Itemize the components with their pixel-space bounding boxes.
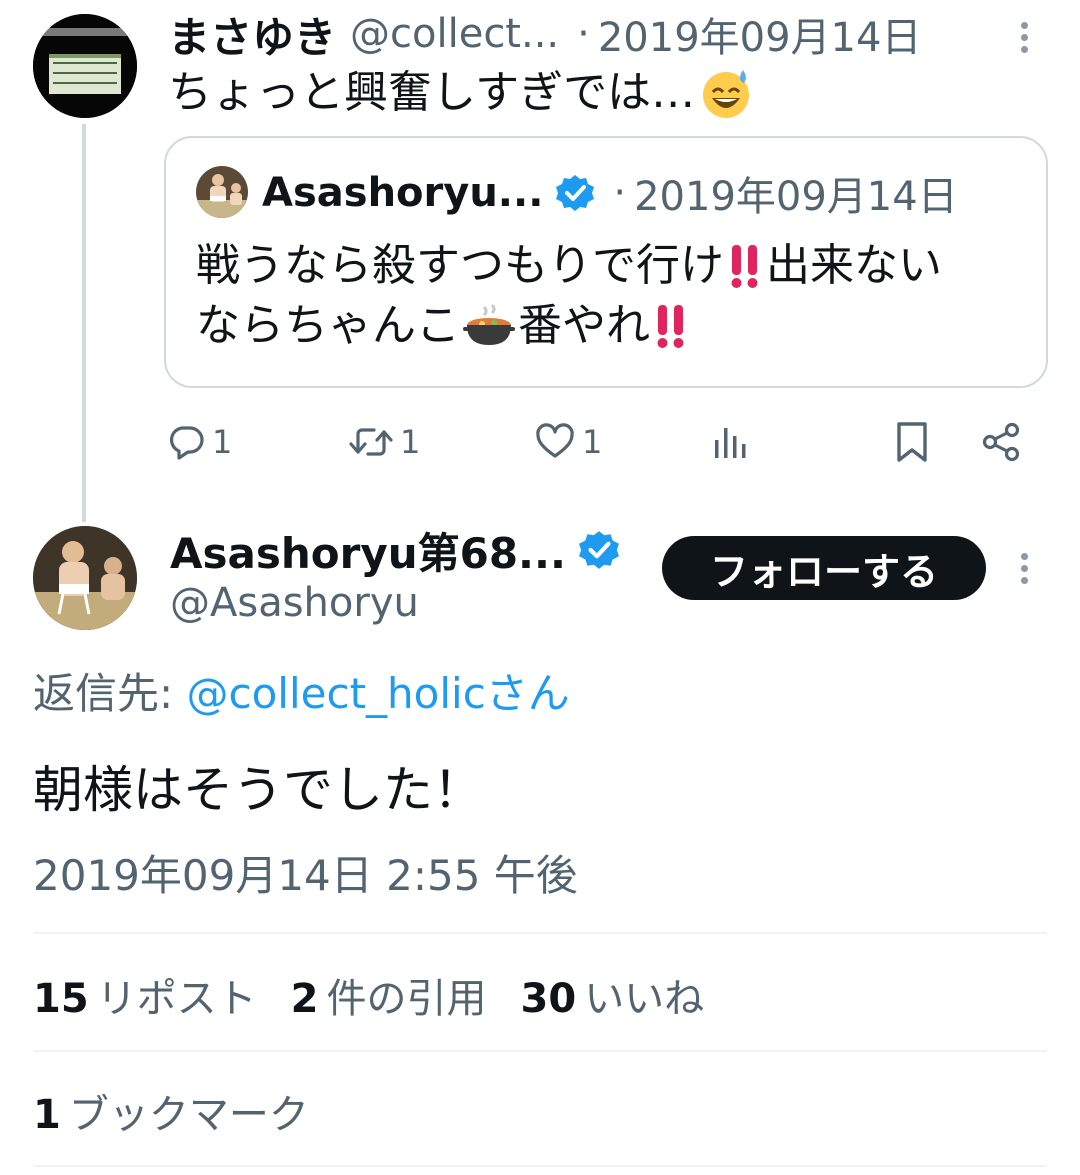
main-display-name[interactable]: Asashoryu第68... <box>170 520 566 581</box>
quoted-avatar[interactable] <box>196 166 248 218</box>
quoted-header: Asashoryu... · 2019年09月14日 <box>262 164 958 222</box>
like-count: 1 <box>582 423 603 461</box>
quoted-text-line1-tail: 出来ない <box>766 240 942 291</box>
bookmark-button[interactable] <box>894 414 930 470</box>
parent-more-icon[interactable] <box>1021 17 1028 58</box>
reply-count: 1 <box>212 423 233 461</box>
bookmarks-count: 1 <box>33 1092 61 1138</box>
double-exclamation-icon <box>657 305 684 348</box>
parent-avatar[interactable] <box>33 14 137 118</box>
main-timestamp[interactable]: 2019年09月14日 2:55 午後 <box>33 842 578 903</box>
follow-button[interactable]: フォローする <box>662 536 986 600</box>
reply-to-prefix: 返信先: <box>33 669 187 718</box>
quoted-text: 戦うなら殺すつもりで行け 出来ない ならちゃんこ 番やれ <box>196 236 1026 356</box>
thread-connector-line <box>82 124 86 522</box>
parent-tweet-text: ちょっと興奮しすぎでは… <box>168 64 753 122</box>
main-handle[interactable]: @Asashoryu <box>170 580 419 626</box>
quoted-date: 2019年09月14日 <box>634 174 958 220</box>
main-name-row: Asashoryu第68... <box>170 520 620 580</box>
quoted-display-name: Asashoryu... <box>262 170 544 216</box>
parent-tweet-body: ちょっと興奮しすぎでは… <box>168 67 696 118</box>
share-icon <box>982 422 1020 462</box>
repost-icon <box>349 428 393 456</box>
repost-button[interactable]: 1 <box>348 414 420 470</box>
likes-label: いいね <box>584 976 705 1022</box>
engagement-stats: 15 リポスト 2 件の引用 30 いいね <box>33 966 738 1024</box>
likes-stat[interactable]: 30 いいね <box>521 966 705 1024</box>
grinning-sweat-face-icon <box>703 70 750 118</box>
divider <box>33 1050 1047 1052</box>
divider <box>33 1165 1047 1167</box>
views-button[interactable] <box>712 414 748 470</box>
main-more-icon[interactable] <box>1021 548 1028 589</box>
bookmarks-stat[interactable]: 1 ブックマーク <box>33 1082 309 1140</box>
repost-count: 1 <box>400 423 421 461</box>
quoted-text-line2-a: ならちゃんこ <box>196 300 460 351</box>
divider <box>33 932 1047 934</box>
quoted-text-line2-b: 番やれ <box>518 300 650 351</box>
reply-to-line: 返信先: @collect_holicさん <box>33 660 570 721</box>
reply-to-link[interactable]: @collect_holicさん <box>187 669 570 718</box>
bookmarks-label: ブックマーク <box>68 1092 309 1138</box>
reposts-count: 15 <box>33 976 89 1022</box>
quotes-count: 2 <box>290 976 319 1022</box>
reposts-label: リポスト <box>96 976 257 1022</box>
bookmark-icon <box>897 422 927 462</box>
reply-icon <box>169 426 204 460</box>
main-tweet-text: 朝様はそうでした！ <box>33 761 483 819</box>
like-button[interactable]: 1 <box>534 414 602 470</box>
parent-date[interactable]: 2019年09月14日 <box>598 5 922 63</box>
double-exclamation-icon <box>731 245 758 288</box>
quoted-text-line1: 戦うなら殺すつもりで行け <box>196 240 724 291</box>
quotes-label: 件の引用 <box>326 976 487 1022</box>
parent-display-name[interactable]: まさゆき <box>168 4 336 65</box>
parent-tweet-header: まさゆき @collect... · 2019年09月14日 <box>168 6 921 62</box>
main-avatar[interactable] <box>33 526 137 630</box>
quoted-separator: · <box>613 170 627 216</box>
analytics-icon <box>715 428 746 458</box>
reply-button[interactable]: 1 <box>166 414 232 470</box>
verified-badge-icon <box>556 175 595 211</box>
parent-separator: · <box>577 11 590 57</box>
verified-badge-icon <box>578 531 619 569</box>
quotes-stat[interactable]: 2 件の引用 <box>291 966 487 1024</box>
pot-of-food-icon <box>463 303 515 345</box>
parent-handle[interactable]: @collect... <box>350 11 559 57</box>
heart-icon <box>536 423 574 458</box>
likes-count: 30 <box>520 976 577 1022</box>
parent-action-bar: 1 1 1 <box>166 414 1036 470</box>
share-button[interactable] <box>980 414 1022 470</box>
reposts-stat[interactable]: 15 リポスト <box>33 966 257 1024</box>
